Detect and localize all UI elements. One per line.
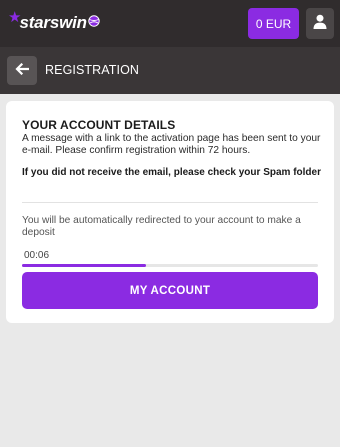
logo-star-icon: ★ bbox=[8, 7, 22, 26]
my-account-button[interactable]: MY ACCOUNT bbox=[22, 272, 318, 309]
balance-button[interactable]: 0 EUR bbox=[248, 8, 299, 39]
page-header: REGISTRATION bbox=[0, 47, 340, 94]
back-button[interactable] bbox=[7, 56, 37, 85]
spam-notice: If you did not receive the email, please… bbox=[22, 167, 321, 178]
card-title: YOUR ACCOUNT DETAILS bbox=[22, 118, 176, 132]
logo-text: starswin bbox=[19, 13, 87, 32]
user-icon bbox=[313, 14, 327, 34]
starswin-logo[interactable]: ★ starswin bbox=[8, 7, 100, 36]
activation-message: A message with a link to the activation … bbox=[22, 133, 321, 156]
redirect-progress-bar bbox=[22, 264, 318, 267]
arrow-left-icon bbox=[15, 62, 30, 80]
account-details-card: YOUR ACCOUNT DETAILS A message with a li… bbox=[6, 101, 334, 323]
top-bar: ★ starswin 0 EUR bbox=[0, 0, 340, 47]
ball-icon bbox=[88, 14, 100, 32]
redirect-progress-fill bbox=[22, 264, 147, 267]
divider bbox=[22, 202, 318, 203]
redirect-notice: You will be automatically redirected to … bbox=[22, 215, 301, 238]
redirect-timer: 00:06 bbox=[24, 250, 50, 261]
user-menu-button[interactable] bbox=[306, 8, 334, 39]
page-title: REGISTRATION bbox=[45, 63, 140, 77]
